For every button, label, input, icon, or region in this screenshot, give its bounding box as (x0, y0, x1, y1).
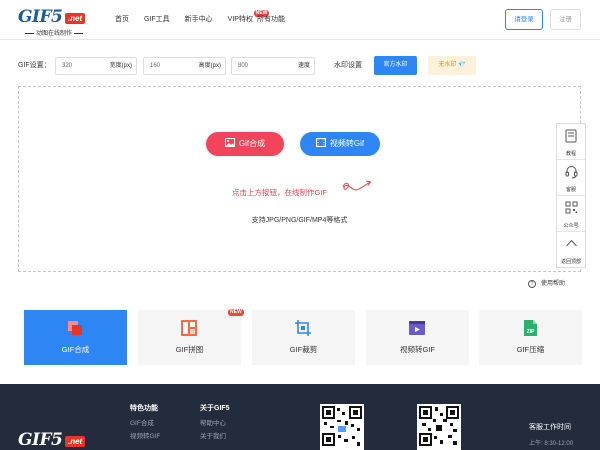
tool-gif-crop-label: GIF裁剪 (289, 345, 318, 354)
footer-link[interactable]: 视频转GIF (130, 430, 160, 443)
image-icon (224, 138, 235, 148)
footer-about: 关于GIF5 帮助中心 关于我们 (200, 403, 230, 443)
tool-gif-collage-label: GIF拼图 (175, 345, 204, 354)
tool-gif-compress-label: GIF压缩 (516, 345, 545, 354)
nav-gif-tools[interactable]: GIF工具 (144, 14, 170, 26)
collage-icon (181, 320, 197, 336)
upload-area[interactable]: Gif合成 视频转Gif 点击上方按钮，在线制作GIF 支持JPG/PNG/GI… (18, 86, 581, 272)
zip-file-icon: ZIP (524, 320, 537, 336)
service-hours-title: 客服工作时间 (529, 424, 571, 431)
footer: GIF5 .net 特色功能 GIF合成 视频转GIF 关于GIF5 帮助中心 … (0, 384, 600, 450)
header: GIF5 .net 动图在线制作 首页 GIF工具 新手中心 VIP特权 NEW… (0, 0, 600, 40)
curly-arrow-icon (342, 180, 372, 191)
logo-net-badge: .net (65, 13, 86, 24)
nav-all-features[interactable]: 所有功能 (257, 14, 285, 26)
footer-about-heading: 关于GIF5 (200, 405, 230, 412)
footer-link[interactable]: 帮助中心 (200, 417, 230, 430)
tool-video-to-gif[interactable]: 视频转GIF (366, 310, 469, 365)
gif-settings-bar: GIF设置： 320 宽度(px) 160 高度(px) 800 速度 水印设置… (18, 56, 488, 76)
width-value: 320 (62, 63, 73, 69)
tool-gif-compress[interactable]: ZIP GIF压缩 (479, 310, 582, 365)
upload-hint: 点击上方按钮，在线制作GIF (232, 188, 327, 197)
nav-vip-label: VIP特权 (227, 16, 253, 23)
tool-gif-collage[interactable]: NEW GIF拼图 (138, 309, 244, 365)
height-input[interactable]: 160 高度(px) (143, 57, 226, 75)
sidebar-wechat[interactable]: 公众号 (557, 196, 585, 232)
speed-unit: 速度 (297, 63, 310, 69)
gif-compose-button[interactable]: Gif合成 (206, 132, 284, 156)
headset-icon (565, 166, 578, 179)
chevron-up-icon (566, 239, 577, 247)
video-icon (409, 321, 425, 335)
service-hours-time: 上午: 8:30-12:00 (529, 441, 574, 447)
footer-link[interactable]: 关于我们 (200, 430, 230, 443)
footer-features-heading: 特色功能 (130, 405, 158, 412)
question-icon: ? (528, 280, 536, 288)
sidebar-tutorial[interactable]: 教程 (557, 124, 585, 160)
logo-text: GIF5 (18, 7, 63, 27)
footer-features: 特色功能 GIF合成 视频转GIF (130, 403, 160, 443)
new-badge: NEW (228, 309, 244, 316)
width-unit: 宽度(px) (109, 63, 132, 69)
footer-link[interactable]: GIF合成 (130, 417, 160, 430)
supported-formats: 支持JPG/PNG/GIF/MP4等格式 (251, 217, 348, 224)
sidebar-tutorial-label: 教程 (565, 151, 576, 157)
nav-home[interactable]: 首页 (115, 14, 129, 26)
sidebar-support-label: 客服 (565, 187, 576, 193)
gif-compose-label: Gif合成 (238, 139, 266, 148)
register-button[interactable]: 注册 (550, 9, 581, 30)
service-hours: 客服工作时间 上午: 8:30-12:00 (529, 422, 573, 447)
official-watermark-button[interactable]: 官方水印 (374, 56, 417, 75)
qr-code-icon (322, 406, 362, 446)
tool-gif-compose-label: GIF合成 (61, 345, 90, 354)
site-logo[interactable]: GIF5 .net 动图在线制作 (18, 7, 90, 37)
main-nav: 首页 GIF工具 新手中心 VIP特权 NEW 所有功能 (115, 10, 300, 26)
nav-vip[interactable]: VIP特权 NEW (227, 10, 270, 26)
sidebar-back-to-top-label: 返回顶部 (560, 259, 581, 265)
help-label: 使用帮助 (541, 281, 566, 287)
qr-code-icon (419, 406, 459, 446)
qr-code-miniprogram (417, 404, 461, 450)
footer-logo-text: GIF5 (18, 430, 63, 450)
height-value: 160 (150, 63, 161, 69)
video-to-gif-button[interactable]: 视频转Gif (300, 132, 380, 156)
watermark-label: 水印设置 (334, 62, 362, 69)
footer-logo[interactable]: GIF5 .net (18, 430, 86, 450)
crop-icon (295, 320, 311, 336)
speed-input[interactable]: 800 速度 (231, 57, 315, 75)
zip-label: ZIP (527, 329, 535, 335)
sidebar-wechat-label: 公众号 (563, 223, 579, 229)
tool-gif-crop[interactable]: GIF裁剪 (252, 310, 355, 365)
tool-gif-compose[interactable]: GIF合成 (24, 310, 127, 365)
book-icon (565, 129, 577, 143)
qr-code-icon (565, 201, 578, 214)
speed-value: 800 (238, 63, 249, 69)
video-to-gif-label: 视频转Gif (329, 139, 365, 148)
width-input[interactable]: 320 宽度(px) (55, 57, 137, 75)
sidebar-support[interactable]: 客服 (557, 160, 585, 196)
logo-subtitle: 动图在线制作 (18, 28, 90, 37)
footer-logo-net-badge: .net (65, 436, 86, 447)
floating-sidebar: 教程 客服 公众号 返回顶部 (556, 123, 586, 268)
film-icon (315, 138, 326, 148)
qr-code-wechat (320, 404, 364, 450)
help-link[interactable]: ? 使用帮助 (528, 279, 566, 289)
height-unit: 高度(px) (198, 63, 221, 69)
gif-settings-label: GIF设置： (18, 62, 51, 69)
no-watermark-button[interactable]: 无水印 💎 (428, 56, 476, 75)
nav-newbie-center[interactable]: 新手中心 (185, 14, 213, 26)
sidebar-back-to-top[interactable]: 返回顶部 (557, 232, 585, 268)
tool-video-to-gif-label: 视频转GIF (400, 345, 435, 354)
layers-icon (68, 321, 82, 335)
login-button[interactable]: 请登录 (505, 9, 543, 30)
